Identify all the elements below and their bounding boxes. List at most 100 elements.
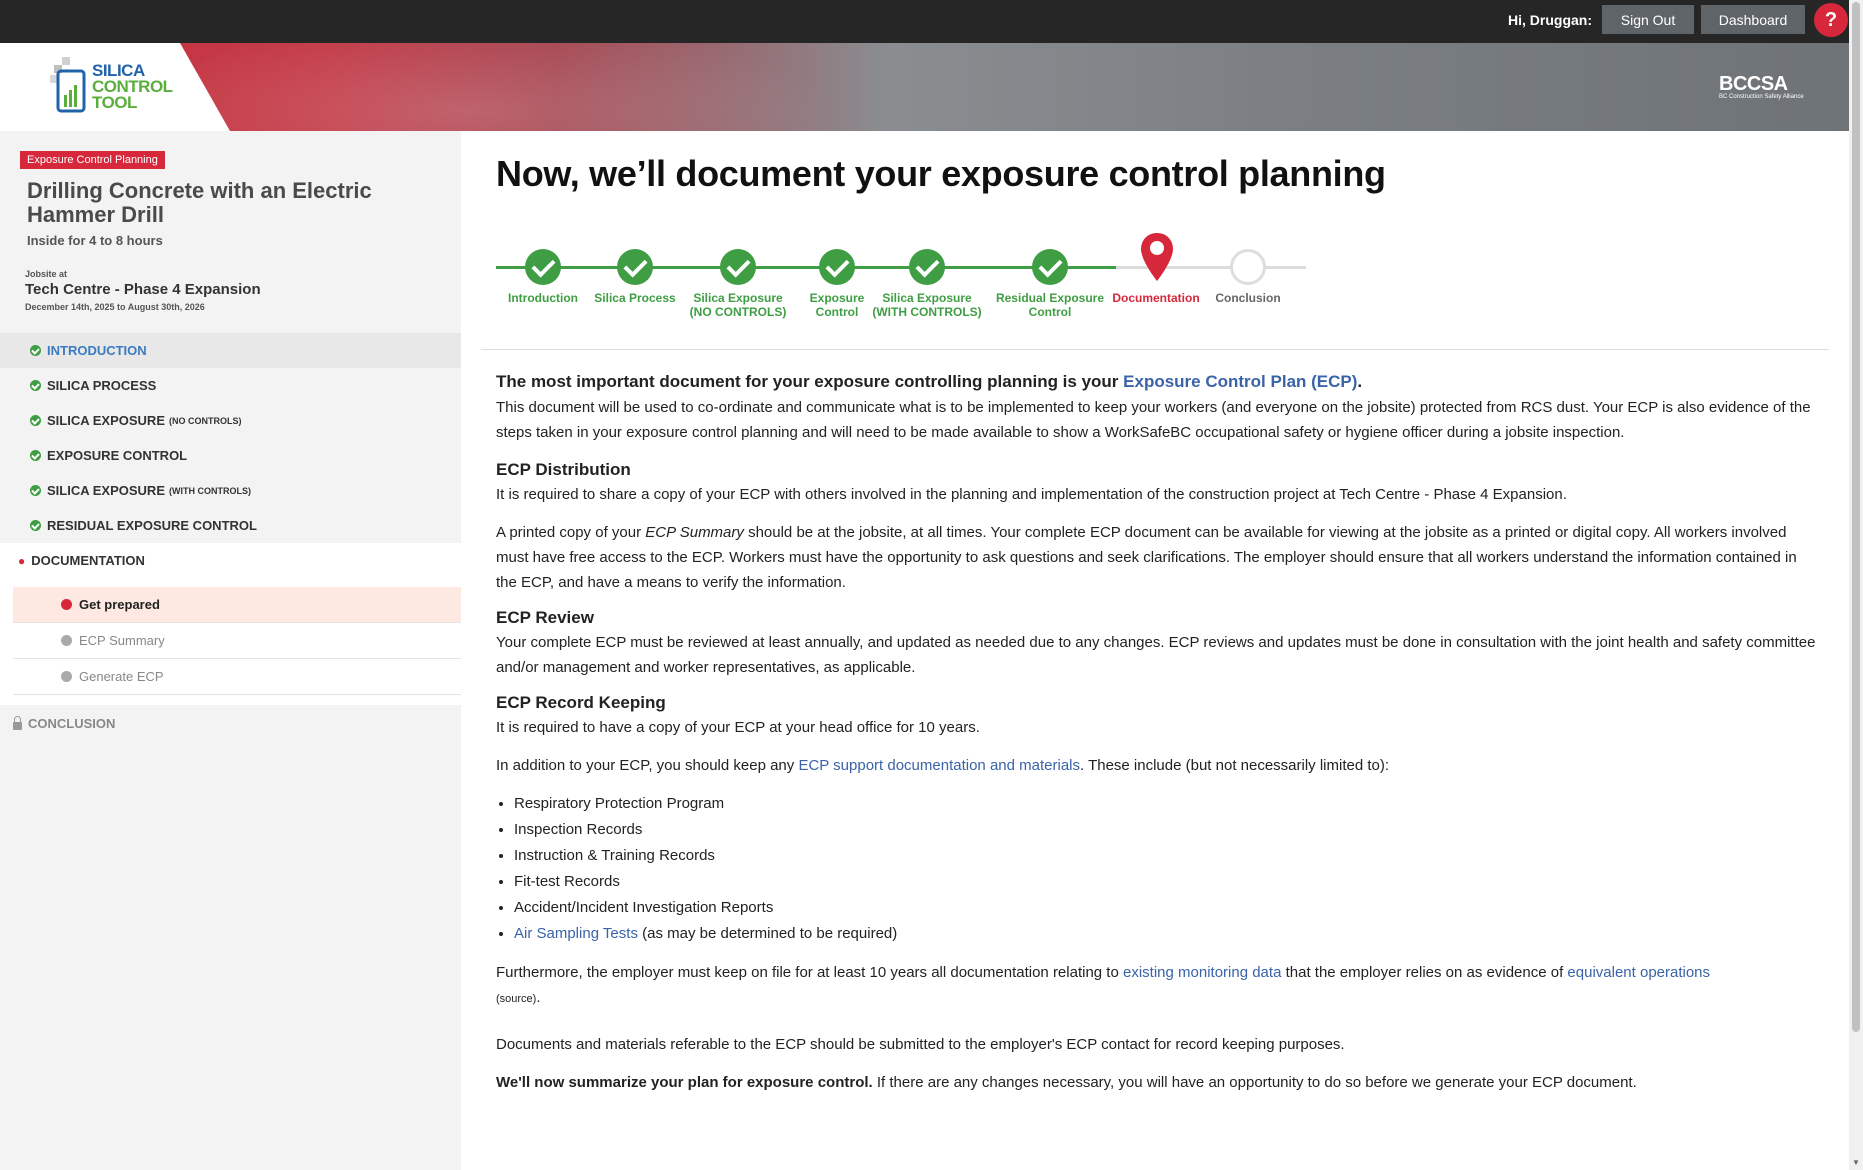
- step-label-2: Control: [815, 305, 859, 319]
- sidebar-item-silica-exposure-no-controls[interactable]: Silica Exposure (NO CONTROLS): [0, 403, 461, 438]
- step-label-2: (WITH CONTROLS): [872, 305, 982, 319]
- subnav-item-label: Generate ECP: [79, 669, 164, 684]
- sidebar-item-label: Silica Exposure: [47, 483, 165, 498]
- intro-paragraph: This document will be used to co-ordinat…: [496, 399, 1811, 441]
- step-label: Conclusion: [1215, 291, 1281, 305]
- dist-p2-text: A printed copy of your: [496, 524, 646, 541]
- subnav-item-label: ECP Summary: [79, 633, 165, 648]
- sidebar-item-silica-process[interactable]: Silica Process: [0, 368, 461, 403]
- jobsite-label: Jobsite at: [25, 269, 68, 279]
- sidebar-subnav: Get prepared ECP Summary Generate ECP: [0, 578, 461, 705]
- list-item: Fit-test Records: [514, 869, 1816, 895]
- sidebar: Exposure Control Planning Drilling Concr…: [0, 131, 461, 1170]
- sidebar-item-label: Residual Exposure Control: [47, 518, 257, 533]
- step-silica-process[interactable]: Silica Process: [575, 249, 695, 305]
- sidebar-item-exposure-control[interactable]: Exposure Control: [0, 438, 461, 473]
- further-mid: that the employer relies on as evidence …: [1281, 964, 1568, 981]
- list-item: Inspection Records: [514, 817, 1816, 843]
- record-heading: ECP Record Keeping: [496, 693, 666, 712]
- pending-step-icon: [1230, 249, 1266, 285]
- bccsa-subtitle: BC Construction Safety Alliance: [1719, 94, 1804, 100]
- user-greeting: Hi, Druggan:: [1508, 12, 1592, 28]
- scroll-down-icon[interactable]: ▼: [1852, 1158, 1860, 1167]
- logo-line-3: TOOL: [92, 93, 137, 112]
- lock-icon: [13, 715, 22, 730]
- summary-paragraph: We'll now summarize your plan for exposu…: [496, 1070, 1816, 1095]
- sidebar-item-label: Exposure Control: [47, 448, 188, 463]
- source-note[interactable]: (source): [496, 993, 536, 1005]
- step-label: Silica Process: [594, 291, 676, 305]
- ecp-support-link[interactable]: ECP support documentation and materials: [798, 757, 1080, 774]
- distribution-paragraph-2: A printed copy of your ECP Summary shoul…: [496, 520, 1816, 595]
- header-banner: SILICA CONTROL TOOL BCCSA BC Constructio…: [0, 43, 1849, 131]
- intro-heading-end: .: [1357, 372, 1363, 391]
- step-silica-exposure-with-controls[interactable]: Silica Exposure (WITH CONTROLS): [867, 249, 987, 319]
- page-scrollbar[interactable]: ▼: [1849, 0, 1863, 1170]
- sidebar-item-label: Introduction: [47, 343, 147, 358]
- sidebar-item-silica-exposure-with-controls[interactable]: Silica Exposure (WITH CONTROLS): [0, 473, 461, 508]
- help-icon[interactable]: ?: [1814, 3, 1848, 37]
- main-content: Now, we’ll document your exposure contro…: [461, 131, 1849, 1170]
- list-item: Respiratory Protection Program: [514, 791, 1816, 817]
- subnav-item-get-prepared[interactable]: Get prepared: [13, 587, 461, 623]
- sidebar-item-introduction[interactable]: Introduction: [0, 333, 461, 368]
- step-label-2: (NO CONTROLS): [689, 305, 787, 319]
- record-paragraph-2: In addition to your ECP, you should keep…: [496, 753, 1816, 778]
- check-icon: [30, 485, 41, 496]
- further-end: .: [536, 989, 541, 1006]
- logo-area[interactable]: SILICA CONTROL TOOL: [0, 43, 230, 131]
- further-text: Furthermore, the employer must keep on f…: [496, 964, 1123, 981]
- article-body: The most important document for your exp…: [496, 369, 1816, 1095]
- sign-out-button[interactable]: Sign Out: [1602, 5, 1694, 34]
- dashboard-button[interactable]: Dashboard: [1701, 5, 1805, 34]
- sidebar-item-conclusion: Conclusion: [0, 706, 461, 741]
- check-icon: [30, 520, 41, 531]
- scrollbar-thumb[interactable]: [1852, 2, 1860, 1032]
- jobsite-name: Tech Centre - Phase 4 Expansion: [25, 281, 261, 298]
- review-paragraph: Your complete ECP must be reviewed at le…: [496, 634, 1816, 676]
- summary-bold: We'll now summarize your plan for exposu…: [496, 1074, 873, 1091]
- top-bar: Hi, Druggan: Sign Out Dashboard ?: [0, 0, 1849, 43]
- record-p2-text: In addition to your ECP, you should keep…: [496, 757, 799, 774]
- check-icon: [30, 380, 41, 391]
- review-heading: ECP Review: [496, 608, 594, 627]
- subnav-item-label: Get prepared: [79, 597, 160, 612]
- intro-heading-text: The most important document for your exp…: [496, 372, 1124, 391]
- pending-dot-icon: [61, 671, 72, 682]
- logo-text: SILICA CONTROL TOOL: [92, 62, 173, 112]
- check-icon: [30, 415, 41, 426]
- step-label: Documentation: [1112, 291, 1200, 305]
- progress-tracker: Introduction Silica Process Silica Expos…: [496, 231, 1316, 331]
- intro-heading: The most important document for your exp…: [496, 369, 1816, 394]
- map-pin-icon: ●: [18, 553, 26, 568]
- subnav-item-ecp-summary[interactable]: ECP Summary: [13, 623, 461, 659]
- task-duration: Inside for 4 to 8 hours: [27, 233, 163, 248]
- ecp-link[interactable]: Exposure Control Plan (ECP): [1123, 372, 1357, 391]
- list-item: Accident/Incident Investigation Reports: [514, 895, 1816, 921]
- sidebar-item-documentation[interactable]: ● Documentation: [0, 543, 461, 578]
- bccsa-name: BCCSA: [1719, 73, 1788, 95]
- step-residual-exposure-control[interactable]: Residual Exposure Control: [990, 249, 1110, 319]
- step-label: Residual Exposure: [995, 291, 1105, 305]
- step-conclusion: Conclusion: [1188, 249, 1308, 305]
- distribution-heading: ECP Distribution: [496, 460, 631, 479]
- step-label: Introduction: [508, 291, 578, 305]
- step-label: Exposure: [809, 291, 865, 305]
- monitoring-data-link[interactable]: existing monitoring data: [1123, 964, 1281, 981]
- page-title: Now, we’ll document your exposure contro…: [496, 153, 1386, 194]
- step-label: Silica Exposure: [882, 291, 972, 305]
- sidebar-item-label: Documentation: [31, 553, 145, 568]
- record-paragraph-1: It is required to have a copy of your EC…: [496, 719, 980, 736]
- check-icon: [30, 345, 41, 356]
- sidebar-item-qualifier: (NO CONTROLS): [168, 415, 242, 426]
- equivalent-operations-link[interactable]: equivalent operations: [1567, 964, 1710, 981]
- check-icon: [1032, 249, 1068, 285]
- step-label: Silica Exposure: [693, 291, 783, 305]
- list-item-rest: (as may be determined to be required): [637, 925, 898, 942]
- sidebar-item-label: Silica Exposure: [47, 413, 165, 428]
- furthermore-paragraph: Furthermore, the employer must keep on f…: [496, 960, 1816, 1012]
- subnav-item-generate-ecp[interactable]: Generate ECP: [13, 659, 461, 695]
- air-sampling-link[interactable]: Air Sampling Tests: [514, 925, 638, 942]
- record-p2-rest: . These include (but not necessarily lim…: [1080, 757, 1390, 774]
- sidebar-item-residual-exposure-control[interactable]: Residual Exposure Control: [0, 508, 461, 543]
